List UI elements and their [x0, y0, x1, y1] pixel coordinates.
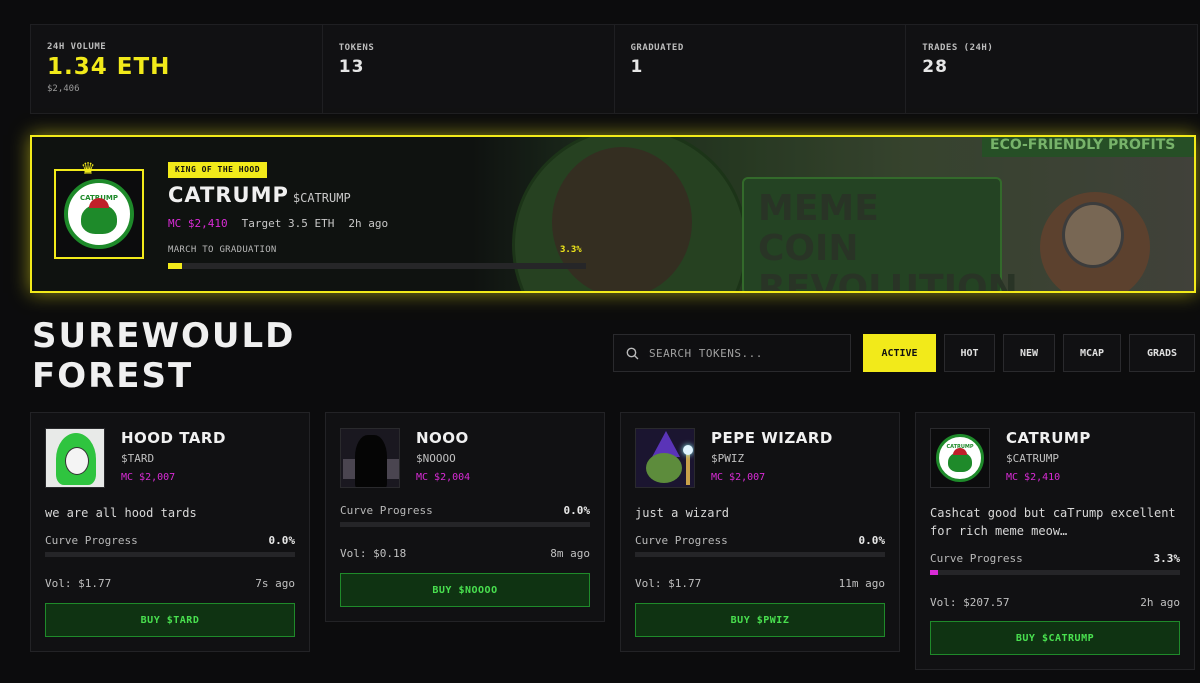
token-name: PEPE WIZARD — [711, 429, 833, 447]
curve-progress-percent: 0.0% — [268, 534, 296, 547]
token-ticker: $NOOOO — [416, 452, 456, 465]
filter-new-button[interactable]: NEW — [1003, 334, 1055, 372]
filter-active-button[interactable]: ACTIVE — [863, 334, 936, 372]
curve-progress-label: Curve Progress — [930, 552, 1023, 565]
king-name-text: CATRUMP — [168, 183, 289, 207]
stat-label: TOKENS — [338, 43, 375, 53]
stat-label: GRADUATED — [630, 43, 684, 53]
filter-hot-button[interactable]: HOT — [944, 334, 995, 372]
graduation-progress-fill — [168, 263, 182, 269]
curve-progress-bar — [930, 570, 1180, 575]
token-name: NOOO — [416, 429, 469, 447]
filter-mcap-button[interactable]: MCAP — [1063, 334, 1121, 372]
token-description: we are all hood tards — [45, 506, 197, 520]
curve-progress-fill — [930, 570, 939, 575]
banner-figure-shape — [552, 147, 692, 291]
banner-astronaut-helmet — [1062, 202, 1124, 268]
stat-24h-volume: 24H VOLUME 1.34 ETH $2,406 — [31, 25, 323, 113]
graduation-progress-bar — [168, 263, 586, 269]
token-volume: Vol: $1.77 — [635, 577, 702, 590]
token-image — [340, 428, 400, 488]
token-age: 7s ago — [255, 577, 295, 590]
curve-progress-label: Curve Progress — [45, 534, 138, 547]
token-volume: Vol: $0.18 — [340, 547, 407, 560]
search-icon — [626, 347, 639, 359]
token-description: Cashcat good but caTrump excellent for r… — [930, 506, 1176, 538]
token-market-cap: MC $2,007 — [121, 472, 176, 483]
buy-pwiz-button[interactable]: BUY $PWIZ — [635, 603, 885, 637]
token-card-pepe-wizard[interactable]: PEPE WIZARD $PWIZ MC $2,007 just a wizar… — [620, 412, 900, 652]
king-market-cap: MC $2,410 — [168, 217, 228, 230]
token-name: HOOD TARD — [121, 429, 226, 447]
curve-progress-bar — [340, 522, 590, 527]
stat-label: TRADES (24H) — [922, 43, 994, 53]
curve-progress-percent: 0.0% — [563, 504, 591, 517]
crown-icon: ♛ — [82, 155, 95, 179]
stat-value: 13 — [338, 57, 365, 77]
token-card-nooo[interactable]: NOOO $NOOOO MC $2,004 Curve Progress 0.0… — [325, 412, 605, 622]
curve-progress-label: Curve Progress — [635, 534, 728, 547]
buy-tard-button[interactable]: BUY $TARD — [45, 603, 295, 637]
stat-value: 1.34 ETH — [47, 54, 171, 80]
token-card-catrump[interactable]: CATRUMP CATRUMP $CATRUMP MC $2,410 Cashc… — [915, 412, 1195, 670]
token-card-hood-tard[interactable]: HOOD TARD $TARD MC $2,007 we are all hoo… — [30, 412, 310, 652]
banner-headline: MEME COIN REVOLUTION — [742, 177, 1018, 291]
title-line-2: FOREST — [32, 356, 194, 396]
filter-grads-button[interactable]: GRADS — [1129, 334, 1195, 372]
page-title: SUREWOULD FOREST — [32, 316, 295, 396]
token-volume: Vol: $1.77 — [45, 577, 112, 590]
curve-progress-bar — [45, 552, 295, 557]
stat-tokens: TOKENS 13 — [323, 25, 615, 113]
king-ticker: $CATRUMP — [292, 191, 351, 205]
king-badge: KING OF THE HOOD — [168, 162, 268, 178]
logo-face — [81, 198, 117, 234]
king-meta: MC $2,410 Target 3.5 ETH 2h ago — [168, 217, 388, 230]
stat-value: 28 — [922, 57, 948, 77]
token-age: 2h ago — [1140, 596, 1180, 609]
buy-catrump-button[interactable]: BUY $CATRUMP — [930, 621, 1180, 655]
buy-noooo-button[interactable]: BUY $NOOOO — [340, 573, 590, 607]
token-market-cap: MC $2,004 — [416, 472, 471, 483]
token-name: CATRUMP — [1006, 429, 1091, 447]
king-target: Target 3.5 ETH — [241, 217, 335, 230]
token-age: 11m ago — [838, 577, 885, 590]
graduation-label: MARCH TO GRADUATION — [168, 245, 277, 255]
token-ticker: $CATRUMP — [1006, 452, 1059, 465]
stat-value: 1 — [630, 57, 644, 77]
search-box[interactable] — [613, 334, 851, 372]
title-line-1: SUREWOULD — [32, 316, 296, 356]
token-description: just a wizard — [635, 506, 729, 520]
token-image — [45, 428, 105, 488]
banner-top-text: ECO-FRIENDLY PROFITS — [982, 137, 1194, 157]
curve-progress-label: Curve Progress — [340, 504, 433, 517]
king-token-name: CATRUMP $CATRUMP — [168, 183, 351, 207]
stat-sub: $2,406 — [47, 84, 80, 94]
stats-bar: 24H VOLUME 1.34 ETH $2,406 TOKENS 13 GRA… — [30, 24, 1198, 114]
graduation-percent: 3.3% — [560, 245, 582, 255]
token-image: CATRUMP — [930, 428, 990, 488]
coin-logo: CATRUMP — [64, 179, 134, 249]
stat-graduated: GRADUATED 1 — [615, 25, 907, 113]
token-market-cap: MC $2,007 — [711, 472, 766, 483]
king-of-the-hood-panel[interactable]: ECO-FRIENDLY PROFITS MEME COIN REVOLUTIO… — [30, 135, 1196, 293]
stat-trades: TRADES (24H) 28 — [906, 25, 1197, 113]
king-age: 2h ago — [348, 217, 389, 230]
token-volume: Vol: $207.57 — [930, 596, 1010, 609]
curve-progress-percent: 0.0% — [858, 534, 886, 547]
coin-logo: CATRUMP — [936, 434, 984, 482]
king-token-logo: CATRUMP — [54, 169, 144, 259]
token-age: 8m ago — [550, 547, 590, 560]
token-ticker: $TARD — [121, 452, 155, 465]
stat-label: 24H VOLUME — [47, 42, 107, 52]
token-ticker: $PWIZ — [711, 452, 745, 465]
curve-progress-bar — [635, 552, 885, 557]
curve-progress-percent: 3.3% — [1153, 552, 1181, 565]
token-image — [635, 428, 695, 488]
search-input[interactable] — [646, 345, 850, 361]
token-market-cap: MC $2,410 — [1006, 472, 1061, 483]
